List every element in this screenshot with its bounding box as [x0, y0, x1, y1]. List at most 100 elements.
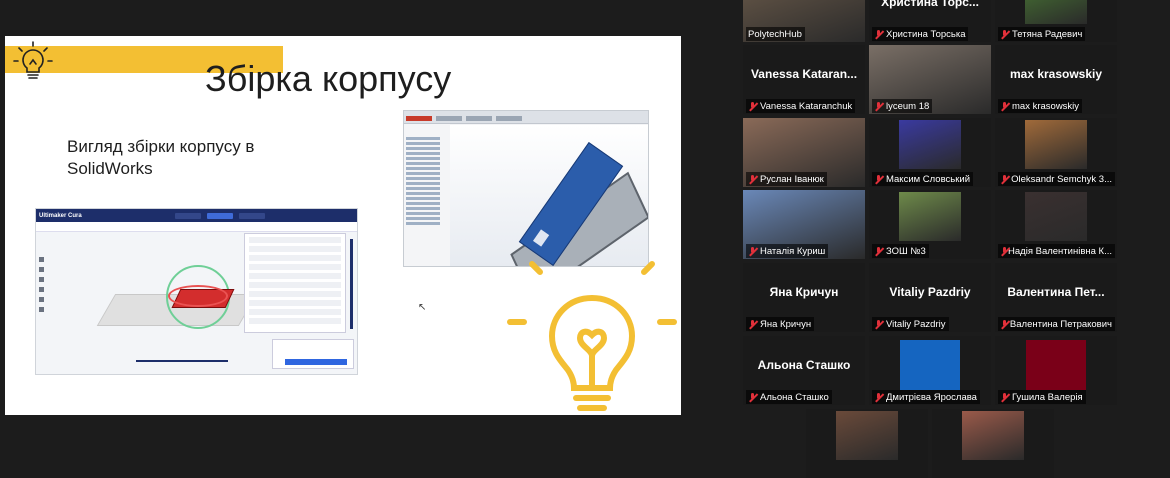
- participant-name-label: Vanessa Kataranchuk: [746, 99, 856, 113]
- muted-mic-icon: [748, 101, 757, 111]
- lightbulb-icon: [13, 41, 53, 79]
- participant-name: Надія Валентинівна К...: [1008, 245, 1112, 257]
- muted-mic-icon: [874, 29, 883, 39]
- participant-avatar: [962, 411, 1024, 460]
- participant-name-label: ЗОШ №3: [872, 244, 929, 258]
- muted-mic-icon: [1000, 174, 1008, 184]
- slide-title: Збірка корпусу: [205, 58, 452, 99]
- participant-avatar: [899, 120, 961, 169]
- participant-name: Яна Кричун: [760, 318, 812, 330]
- cura-tools: [39, 257, 45, 327]
- muted-mic-icon: [748, 392, 757, 402]
- participant-name-label: PolytechHub: [746, 27, 805, 41]
- participant-name-label: Надія Валентинівна К...: [998, 244, 1115, 258]
- muted-mic-icon: [748, 246, 757, 256]
- muted-mic-icon: [874, 101, 883, 111]
- participant-display-name: Яна Кричун: [769, 285, 839, 299]
- muted-mic-icon: [1000, 319, 1007, 329]
- muted-mic-icon: [748, 174, 757, 184]
- participant-name-label: lyceum 18: [872, 99, 933, 113]
- participant-avatar: [1025, 0, 1087, 24]
- participant-avatar: [900, 340, 960, 390]
- participant-tile[interactable]: Яна Кричун Яна Кричун: [743, 263, 865, 332]
- participant-tile[interactable]: Гушила Валерія: [995, 336, 1117, 405]
- large-lightbulb-icon: [507, 261, 677, 411]
- participant-tile[interactable]: lyceum 18: [869, 45, 991, 114]
- participant-tile[interactable]: [806, 409, 928, 478]
- participant-tile[interactable]: Валентина Пет... Валентина Петракович: [995, 263, 1117, 332]
- participant-tile[interactable]: max krasowskiy max krasowskiy: [995, 45, 1117, 114]
- participant-name: Тетяна Радевич: [1012, 28, 1083, 40]
- participant-tile[interactable]: Vanessa Kataran... Vanessa Kataranchuk: [743, 45, 865, 114]
- participant-display-name: Vitaliy Pazdriy: [889, 285, 971, 299]
- participant-tile[interactable]: Максим Словський: [869, 118, 991, 187]
- solidworks-screenshot: [403, 110, 649, 267]
- participant-name-label: Альона Сташко: [746, 390, 832, 404]
- participant-tile[interactable]: PolytechHub: [743, 0, 865, 42]
- participant-display-name: Vanessa Kataran...: [750, 67, 858, 81]
- mouse-cursor-icon: ↖: [418, 302, 427, 313]
- muted-mic-icon: [1000, 101, 1009, 111]
- participant-name-label: Максим Словський: [872, 172, 973, 186]
- participant-avatar: [899, 192, 961, 241]
- participant-tile[interactable]: Руслан Іванюк: [743, 118, 865, 187]
- participant-name-label: Тетяна Радевич: [998, 27, 1086, 41]
- muted-mic-icon: [874, 392, 883, 402]
- participant-tile[interactable]: [932, 409, 1054, 478]
- participant-name-label: Валентина Петракович: [998, 317, 1115, 331]
- participant-tile[interactable]: Христина Торс... Христина Торська: [869, 0, 991, 42]
- muted-mic-icon: [874, 246, 883, 256]
- participant-name: Христина Торська: [886, 28, 966, 40]
- shared-screen: Збірка корпусу Вигляд збірки корпусу в S…: [5, 36, 681, 415]
- participant-name: Vitaliy Pazdriy: [886, 318, 946, 330]
- participant-name: Руслан Іванюк: [760, 173, 824, 185]
- participant-display-name: Валентина Пет...: [1007, 285, 1105, 299]
- participant-name-label: Oleksandr Semchyk 3...: [998, 172, 1115, 186]
- participant-name: max krasowskiy: [1012, 100, 1080, 112]
- participant-avatar: [836, 411, 898, 460]
- participant-name-label: max krasowskiy: [998, 99, 1083, 113]
- participant-name: Максим Словський: [886, 173, 970, 185]
- participant-tile[interactable]: Наталія Куриш: [743, 190, 865, 259]
- participant-avatar: [1025, 120, 1087, 169]
- participant-name: Дмитрієва Ярослава: [886, 391, 977, 403]
- participant-tile[interactable]: Тетяна Радевич: [995, 0, 1117, 42]
- participant-name: PolytechHub: [748, 28, 802, 40]
- muted-mic-icon: [874, 174, 883, 184]
- participant-display-name: Альона Сташко: [757, 358, 851, 372]
- participant-name-label: Яна Кричун: [746, 317, 815, 331]
- participant-name-label: Наталія Куриш: [746, 244, 829, 258]
- participant-name: ЗОШ №3: [886, 245, 926, 257]
- participant-name: lyceum 18: [886, 100, 930, 112]
- cura-toolbar: Ultimaker Cura: [36, 209, 357, 222]
- participant-tile[interactable]: Надія Валентинівна К...: [995, 190, 1117, 259]
- feature-tree: [406, 135, 451, 263]
- print-settings-panel: [244, 233, 346, 333]
- participant-tile[interactable]: Дмитрієва Ярослава: [869, 336, 991, 405]
- participant-name: Oleksandr Semchyk 3...: [1011, 173, 1112, 185]
- participant-name: Альона Сташко: [760, 391, 829, 403]
- participant-name: Vanessa Kataranchuk: [760, 100, 853, 112]
- participant-name-label: Руслан Іванюк: [746, 172, 827, 186]
- muted-mic-icon: [1000, 246, 1007, 256]
- slide-subtitle: Вигляд збірки корпусу в SolidWorks: [67, 137, 255, 178]
- muted-mic-icon: [874, 319, 883, 329]
- participant-tile[interactable]: Vitaliy Pazdriy Vitaliy Pazdriy: [869, 263, 991, 332]
- participant-name-label: Христина Торська: [872, 27, 969, 41]
- participant-name-label: Гушила Валерія: [998, 390, 1086, 404]
- cura-brand: Ultimaker Cura: [39, 212, 82, 219]
- muted-mic-icon: [1000, 392, 1009, 402]
- participant-tile[interactable]: Oleksandr Semchyk 3...: [995, 118, 1117, 187]
- muted-mic-icon: [1000, 29, 1009, 39]
- participant-name: Гушила Валерія: [1012, 391, 1083, 403]
- participant-display-name: Христина Торс...: [881, 0, 979, 9]
- cura-screenshot: Ultimaker Cura: [35, 208, 358, 375]
- participant-display-name: max krasowskiy: [1009, 67, 1103, 81]
- participant-name: Валентина Петракович: [1009, 318, 1112, 330]
- participant-avatar: [1026, 340, 1086, 390]
- participant-name: Наталія Куриш: [760, 245, 826, 257]
- participant-name-label: Vitaliy Pazdriy: [872, 317, 949, 331]
- participant-tile[interactable]: Альона Сташко Альона Сташко: [743, 336, 865, 405]
- slice-panel: [272, 339, 354, 369]
- participant-tile[interactable]: ЗОШ №3: [869, 190, 991, 259]
